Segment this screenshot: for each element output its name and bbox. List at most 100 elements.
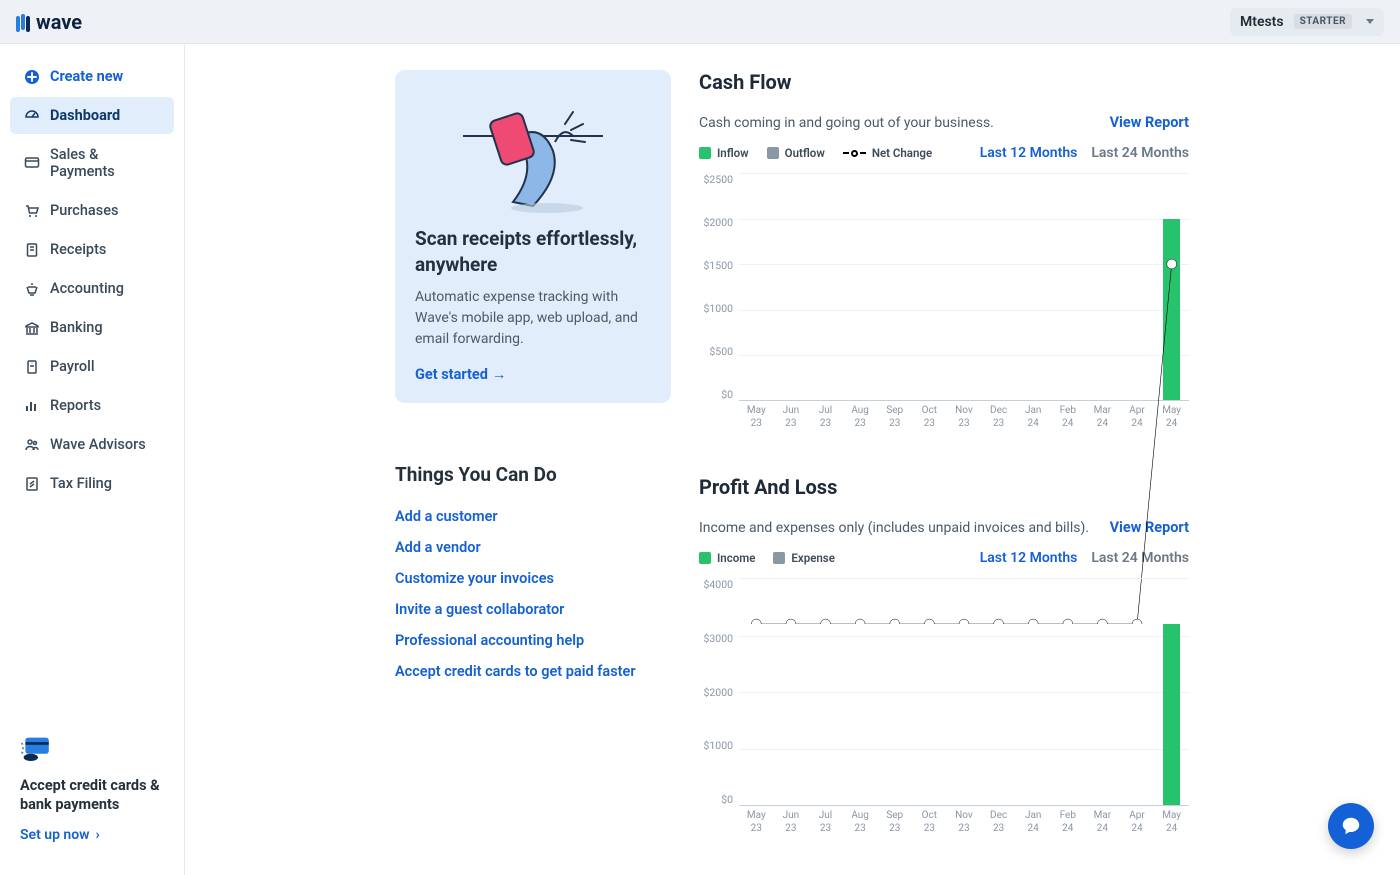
wave-logo-icon [16,14,30,30]
sidebar-item-label: Tax Filing [50,475,112,492]
range-24-months[interactable]: Last 24 Months [1091,145,1189,161]
accounting-icon [24,281,40,297]
sidebar-item-label: Wave Advisors [50,436,146,453]
profit-loss-range-tabs: Last 12 Months Last 24 Months [980,550,1189,566]
purchases-icon [24,203,40,219]
profit-loss-card: Profit And Loss Income and expenses only… [699,475,1189,838]
chevron-right-icon: › [96,827,100,843]
profit-loss-view-report-link[interactable]: View Report [1110,519,1189,536]
chart-column [1120,174,1155,400]
chart-column [981,579,1016,805]
dashboard-icon [24,108,40,124]
sidebar-item-label: Payroll [50,358,95,375]
quick-action-link[interactable]: Add a vendor [395,539,671,556]
banking-icon [24,320,40,336]
sidebar-item-receipts[interactable]: Receipts [10,231,174,268]
cash-flow-chart: $2500$2000$1500$1000$500$0May23Jun23Jul2… [699,173,1189,433]
chart-column [912,579,947,805]
chevron-down-icon [1366,19,1374,24]
receipts-promo-card: Scan receipts effortlessly, anywhere Aut… [395,70,671,403]
chart-column [947,579,982,805]
promo-card-title: Scan receipts effortlessly, anywhere [415,226,651,277]
receipts-icon [24,242,40,258]
quick-action-link[interactable]: Customize your invoices [395,570,671,587]
sidebar-nav: Create new Dashboard Sales & Payments Purc… [0,56,184,734]
main-content: Scan receipts effortlessly, anywhere Aut… [185,44,1400,875]
sidebar-item-reports[interactable]: Reports [10,387,174,424]
sales-icon [24,155,40,171]
quick-action-link[interactable]: Professional accounting help [395,632,671,649]
sidebar-item-tax[interactable]: Tax Filing [10,465,174,502]
advisors-icon [24,437,40,453]
chart-column [774,174,809,400]
reports-icon [24,398,40,414]
range-24-months[interactable]: Last 24 Months [1091,550,1189,566]
promo-card-cta[interactable]: Get started → [415,366,506,383]
cash-flow-view-report-link[interactable]: View Report [1110,114,1189,131]
sidebar-promo-title: Accept credit cards & bank payments [20,776,164,815]
bar-income [1163,624,1180,805]
y-axis: $2500$2000$1500$1000$500$0 [699,173,739,433]
chart-column [981,174,1016,400]
cash-flow-legend: Inflow Outflow Net Change [699,146,932,160]
cash-flow-title: Cash Flow [699,70,1189,94]
things-heading: Things You Can Do [395,463,671,486]
cash-flow-range-tabs: Last 12 Months Last 24 Months [980,145,1189,161]
chart-column [1154,174,1189,400]
payments-promo-icon [20,734,56,764]
chart-column [877,174,912,400]
sidebar-item-sales[interactable]: Sales & Payments [10,136,174,190]
chart-column [808,579,843,805]
chat-fab[interactable] [1328,803,1374,849]
cash-flow-desc: Cash coming in and going out of your bus… [699,115,994,131]
chart-column [843,579,878,805]
legend-inflow: Inflow [699,146,749,160]
chart-column [947,174,982,400]
sidebar-item-banking[interactable]: Banking [10,309,174,346]
legend-outflow: Outflow [767,146,825,160]
account-switcher[interactable]: Mtests STARTER [1230,8,1384,36]
sidebar-item-label: Banking [50,319,103,336]
cash-flow-card: Cash Flow Cash coming in and going out o… [699,70,1189,433]
create-new-button[interactable]: Create new [10,58,174,95]
sidebar-item-dashboard[interactable]: Dashboard [10,97,174,134]
arrow-right-icon: → [492,366,507,383]
chart-column [1016,174,1051,400]
sidebar-promo: Accept credit cards & bank payments Set … [0,734,184,863]
things-you-can-do: Things You Can Do Add a customer Add a ve… [395,463,671,680]
x-axis: May23Jun23Jul23Aug23Sep23Oct23Nov23Dec23… [739,806,1189,838]
chart-column [739,174,774,400]
sidebar-promo-cta[interactable]: Set up now › [20,827,100,843]
receipts-illustration [415,86,651,226]
plus-circle-icon [24,69,40,85]
sidebar-item-accounting[interactable]: Accounting [10,270,174,307]
quick-action-link[interactable]: Add a customer [395,508,671,525]
y-axis: $4000$3000$2000$1000$0 [699,578,739,838]
payroll-icon [24,359,40,375]
chart-column [739,579,774,805]
sidebar-item-label: Receipts [50,241,106,258]
sidebar-item-label: Accounting [50,280,124,297]
tax-icon [24,476,40,492]
chart-column [1050,174,1085,400]
sidebar-item-payroll[interactable]: Payroll [10,348,174,385]
range-12-months[interactable]: Last 12 Months [980,550,1078,566]
quick-action-link[interactable]: Invite a guest collaborator [395,601,671,618]
app-header: wave Mtests STARTER [0,0,1400,44]
create-new-label: Create new [50,68,123,85]
sidebar-item-advisors[interactable]: Wave Advisors [10,426,174,463]
profit-loss-title: Profit And Loss [699,475,1189,499]
chart-column [1085,579,1120,805]
sidebar-item-label: Sales & Payments [50,146,160,180]
brand-logo[interactable]: wave [16,10,82,34]
range-12-months[interactable]: Last 12 Months [980,145,1078,161]
chart-column [912,174,947,400]
chart-column [1085,174,1120,400]
legend-netchange: Net Change [843,146,932,160]
sidebar-item-purchases[interactable]: Purchases [10,192,174,229]
chart-column [808,174,843,400]
profit-loss-desc: Income and expenses only (includes unpai… [699,520,1089,536]
chart-column [1120,579,1155,805]
quick-action-link[interactable]: Accept credit cards to get paid faster [395,663,671,680]
profit-loss-legend: Income Expense [699,551,835,565]
